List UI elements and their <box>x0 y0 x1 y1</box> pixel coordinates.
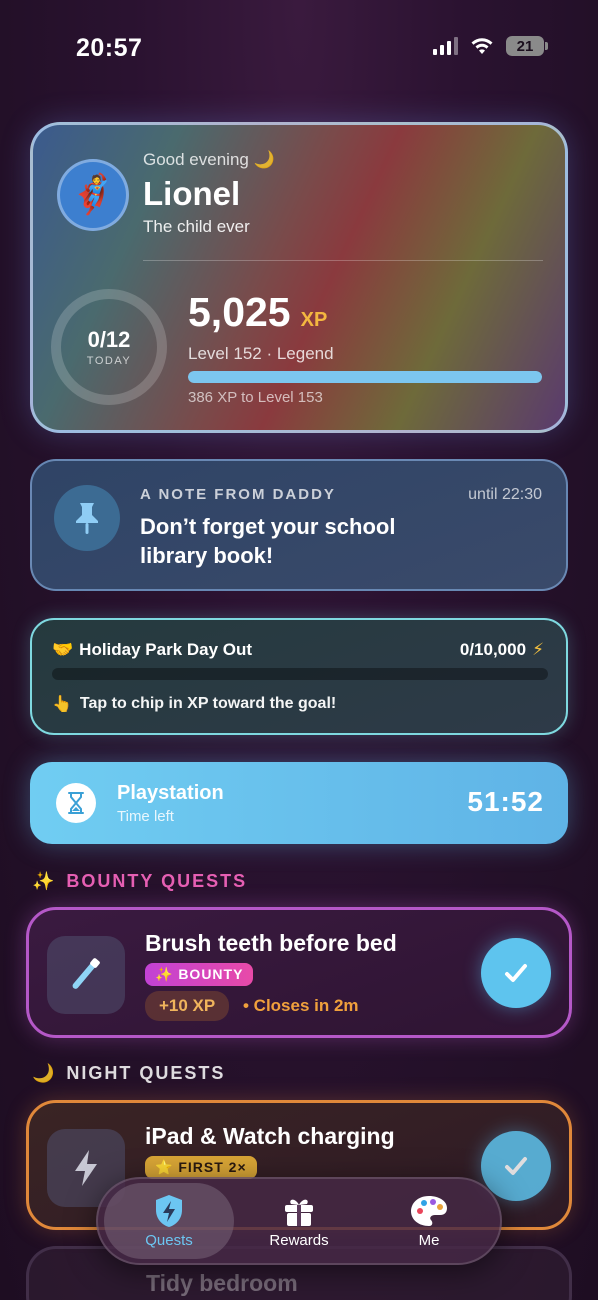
tab-quests[interactable]: Quests <box>104 1183 234 1259</box>
goal-count: 0/10,000 ⚡ <box>460 640 544 660</box>
note-until: until 22:30 <box>468 486 542 503</box>
note-title: A NOTE FROM DADDY <box>140 486 336 503</box>
tab-me-label: Me <box>418 1231 440 1249</box>
goal-hint-text: Tap to chip in XP toward the goal! <box>79 695 337 712</box>
profile-card[interactable]: 🦸 Good evening 🌙 Lionel The child ever 0… <box>30 122 568 433</box>
level-progress-bar <box>188 371 542 383</box>
today-count: 0/12 <box>87 327 131 352</box>
section-bounty-label: BOUNTY QUESTS <box>66 871 248 891</box>
battery-icon: 21 <box>506 36 548 56</box>
goal-title-text: Holiday Park Day Out <box>79 640 253 659</box>
today-progress-ring: 0/12 TODAY <box>51 289 167 405</box>
user-tagline: The child ever <box>143 217 250 236</box>
handshake-icon: 🤝 <box>52 640 74 659</box>
quest-card-brush-teeth[interactable]: Brush teeth before bed ✨ BOUNTY +10 XP •… <box>26 907 572 1038</box>
hourglass-icon <box>56 783 96 823</box>
bounty-badge: ✨ BOUNTY <box>145 963 254 986</box>
xp-unit: XP <box>300 309 328 331</box>
section-night-quests: 🌙 NIGHT QUESTS <box>32 1063 225 1084</box>
checkmark-icon <box>505 1157 527 1175</box>
tab-quests-label: Quests <box>145 1231 193 1249</box>
goal-hint[interactable]: 👆 Tap to chip in XP toward the goal! <box>52 694 336 714</box>
xp-value: 5,025 <box>188 289 291 335</box>
gift-icon <box>285 1199 313 1226</box>
tab-me[interactable]: Me <box>364 1183 494 1259</box>
today-label: TODAY <box>86 355 132 367</box>
quest-title: iPad & Watch charging <box>145 1123 395 1149</box>
lightning-icon: ⚡ <box>532 640 544 659</box>
quest-title: Tidy bedroom <box>146 1270 298 1296</box>
note-text: Don’t forget your school library book! <box>140 514 396 568</box>
checkmark-icon <box>505 964 527 982</box>
lightning-shield-icon <box>156 1194 182 1227</box>
next-level-text: 386 XP to Level 153 <box>188 389 323 406</box>
first-bonus-badge: ⭐ FIRST 2× <box>145 1156 257 1179</box>
goal-title: 🤝 Holiday Park Day Out <box>52 640 252 660</box>
sparkles-icon: ✨ <box>32 871 57 891</box>
level-text: Level 152 · Legend <box>188 344 334 363</box>
goal-progress-bar <box>52 668 548 680</box>
tab-rewards-label: Rewards <box>269 1231 329 1249</box>
complete-quest-button[interactable] <box>481 1131 551 1201</box>
goal-count-text: 0/10,000 <box>459 640 527 659</box>
quest-title: Brush teeth before bed <box>145 930 397 956</box>
closes-in-text: • Closes in 2m <box>243 996 359 1015</box>
parent-note-card[interactable]: A NOTE FROM DADDY until 22:30 Don’t forg… <box>30 459 568 591</box>
toothbrush-icon <box>47 936 125 1014</box>
family-goal-card[interactable]: 🤝 Holiday Park Day Out 0/10,000 ⚡ 👆 Tap … <box>30 618 568 735</box>
tab-rewards[interactable]: Rewards <box>234 1183 364 1259</box>
section-night-label: NIGHT QUESTS <box>66 1063 226 1083</box>
user-name: Lionel <box>143 175 241 212</box>
timer-value: 51:52 <box>467 786 544 817</box>
xp-total: 5,025 XP <box>188 289 327 336</box>
divider <box>143 260 543 261</box>
complete-quest-button[interactable] <box>481 938 551 1008</box>
status-time: 20:57 <box>76 34 143 62</box>
greeting: Good evening 🌙 <box>143 150 275 169</box>
moon-icon: 🌙 <box>32 1063 57 1083</box>
xp-reward-chip: +10 XP <box>145 991 230 1021</box>
palette-icon <box>411 1195 447 1226</box>
status-icons: 21 <box>433 36 548 56</box>
pin-icon <box>54 485 120 551</box>
wifi-icon <box>471 38 493 54</box>
cellular-signal-icon <box>433 37 458 55</box>
timer-sub: Time left <box>117 808 174 825</box>
avatar[interactable]: 🦸 <box>57 159 129 231</box>
section-bounty-quests: ✨ BOUNTY QUESTS <box>32 871 247 892</box>
screen-time-timer-card[interactable]: Playstation Time left 51:52 <box>30 762 568 844</box>
timer-name: Playstation <box>117 782 224 804</box>
tab-bar: Quests Rewards Me <box>96 1177 502 1265</box>
level-progress-fill <box>188 371 542 383</box>
tap-hand-icon: 👆 <box>52 696 72 713</box>
